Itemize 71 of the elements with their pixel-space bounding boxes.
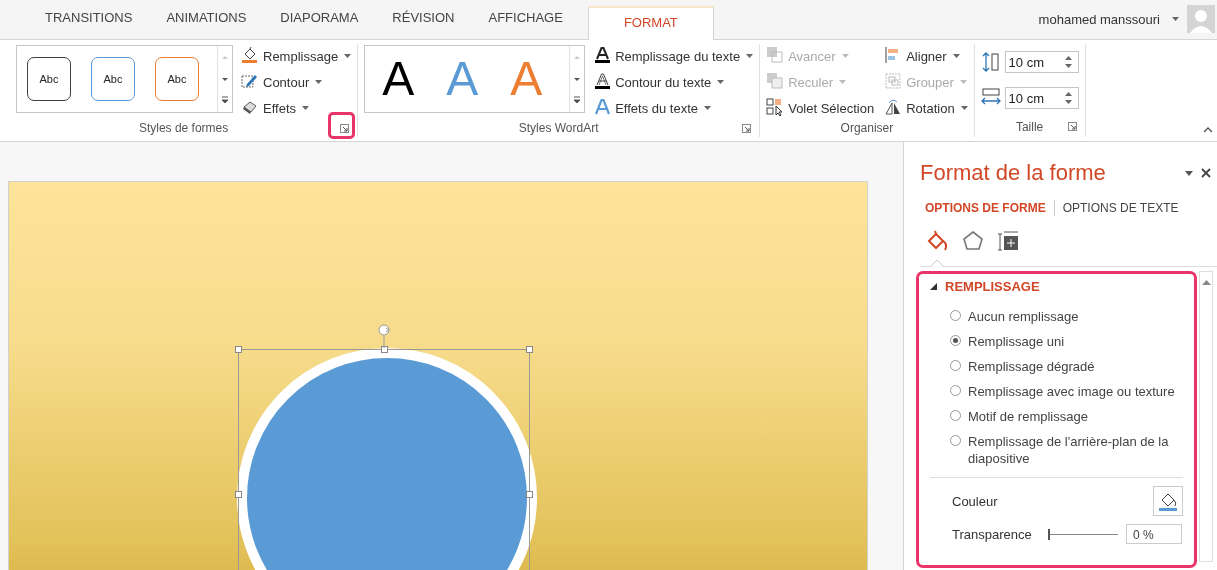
resize-handle[interactable] bbox=[235, 491, 242, 498]
collapse-ribbon-icon[interactable] bbox=[1203, 127, 1213, 133]
dialog-launcher-button[interactable] bbox=[340, 124, 350, 133]
option-label[interactable]: Remplissage de l'arrière-plan de la diapositive bbox=[968, 433, 1183, 467]
caret-icon[interactable] bbox=[1185, 170, 1193, 176]
field-label: Transparence bbox=[952, 526, 1033, 542]
color-button[interactable] bbox=[1153, 486, 1183, 516]
send-backward-icon bbox=[766, 72, 785, 92]
ribbon-tab[interactable]: DIAPORAMA bbox=[263, 3, 376, 33]
dialog-launcher-button[interactable] bbox=[742, 124, 752, 133]
resize-handle[interactable] bbox=[526, 491, 533, 498]
pointer-icon bbox=[930, 259, 944, 267]
resize-handle[interactable] bbox=[235, 346, 242, 353]
spin-arrows-icon bbox=[1064, 55, 1072, 69]
caret-icon bbox=[1172, 17, 1179, 21]
dialog-launcher-button[interactable] bbox=[1067, 122, 1077, 131]
ribbon-command[interactable]: Remplissage bbox=[241, 45, 352, 67]
ribbon-command[interactable]: Contour bbox=[241, 71, 352, 93]
ribbon-command[interactable]: Remplissage du texte bbox=[593, 45, 754, 67]
resize-handle[interactable] bbox=[526, 346, 533, 353]
option-label[interactable]: Remplissage dégradé bbox=[968, 358, 1095, 375]
wordart-preset[interactable]: A bbox=[379, 51, 418, 107]
expand-triangle-icon[interactable] bbox=[930, 283, 937, 290]
rotate-icon bbox=[884, 98, 903, 118]
text-fill-icon bbox=[593, 46, 612, 66]
ribbon-tab[interactable]: RÉVISION bbox=[375, 3, 472, 33]
rotate-handle-icon[interactable] bbox=[377, 324, 391, 348]
close-icon[interactable] bbox=[1201, 168, 1211, 178]
ribbon-tab[interactable]: TRANSITIONS bbox=[28, 3, 150, 33]
ribbon-command[interactable]: Rotation bbox=[884, 97, 968, 119]
ribbon-command[interactable]: Contour du texte bbox=[593, 71, 754, 93]
ribbon-tab[interactable]: ANIMATIONS bbox=[149, 3, 264, 33]
shape-style-preset[interactable]: Abc bbox=[155, 57, 199, 101]
pane-tab[interactable]: OPTIONS DE TEXTE bbox=[1053, 200, 1187, 216]
height-icon bbox=[980, 52, 1001, 72]
scrollbar[interactable] bbox=[1199, 271, 1213, 562]
option-label[interactable]: Remplissage uni bbox=[968, 333, 1065, 350]
layout-size-icon[interactable] bbox=[998, 230, 1020, 252]
ribbon-tab[interactable]: FORMAT bbox=[587, 6, 714, 40]
pane-title: Format de la forme bbox=[920, 160, 1107, 186]
group-label: Taille bbox=[1015, 120, 1044, 134]
scroll-up-icon[interactable] bbox=[1201, 280, 1211, 285]
group-label: Organiser bbox=[840, 121, 894, 135]
ribbon-command[interactable]: Effets du texte bbox=[593, 97, 754, 119]
value-field[interactable]: 0 % bbox=[1126, 524, 1182, 544]
paint-bucket-icon bbox=[241, 46, 259, 66]
pane-tab[interactable]: OPTIONS DE FORME bbox=[920, 200, 1054, 216]
resize-handle[interactable] bbox=[381, 346, 388, 353]
ribbon-command[interactable]: Aligner bbox=[884, 45, 968, 67]
ribbon-tab[interactable]: AFFICHAGE bbox=[471, 3, 580, 33]
option-label[interactable]: Remplissage avec image ou texture bbox=[968, 383, 1175, 400]
ribbon-command[interactable]: Volet Sélection bbox=[766, 97, 875, 119]
option-label[interactable]: Aucun remplissage bbox=[968, 308, 1079, 325]
shape-style-preset[interactable]: Abc bbox=[91, 57, 135, 101]
paint-bucket-icon[interactable] bbox=[926, 230, 948, 252]
selection-pane-icon bbox=[766, 98, 785, 118]
bring-forward-icon bbox=[766, 46, 785, 66]
section-title[interactable]: REMPLISSAGE bbox=[945, 279, 1040, 294]
option-label[interactable]: Motif de remplissage bbox=[968, 408, 1088, 425]
text-outline-icon bbox=[593, 72, 612, 92]
ribbon-command[interactable]: Effets bbox=[241, 97, 352, 119]
group-label: Styles WordArt bbox=[518, 121, 599, 135]
field-label: Couleur bbox=[952, 493, 999, 509]
group-icon bbox=[884, 72, 903, 92]
spin-arrows-icon bbox=[1064, 91, 1072, 105]
pentagon-icon[interactable] bbox=[962, 230, 984, 252]
size-field[interactable]: 10 cm bbox=[1004, 87, 1079, 109]
user-name[interactable]: mohamed manssouri bbox=[1038, 11, 1160, 27]
group-label: Styles de formes bbox=[138, 121, 229, 135]
size-field[interactable]: 10 cm bbox=[1004, 51, 1079, 73]
shape-style-preset[interactable]: Abc bbox=[27, 57, 71, 101]
